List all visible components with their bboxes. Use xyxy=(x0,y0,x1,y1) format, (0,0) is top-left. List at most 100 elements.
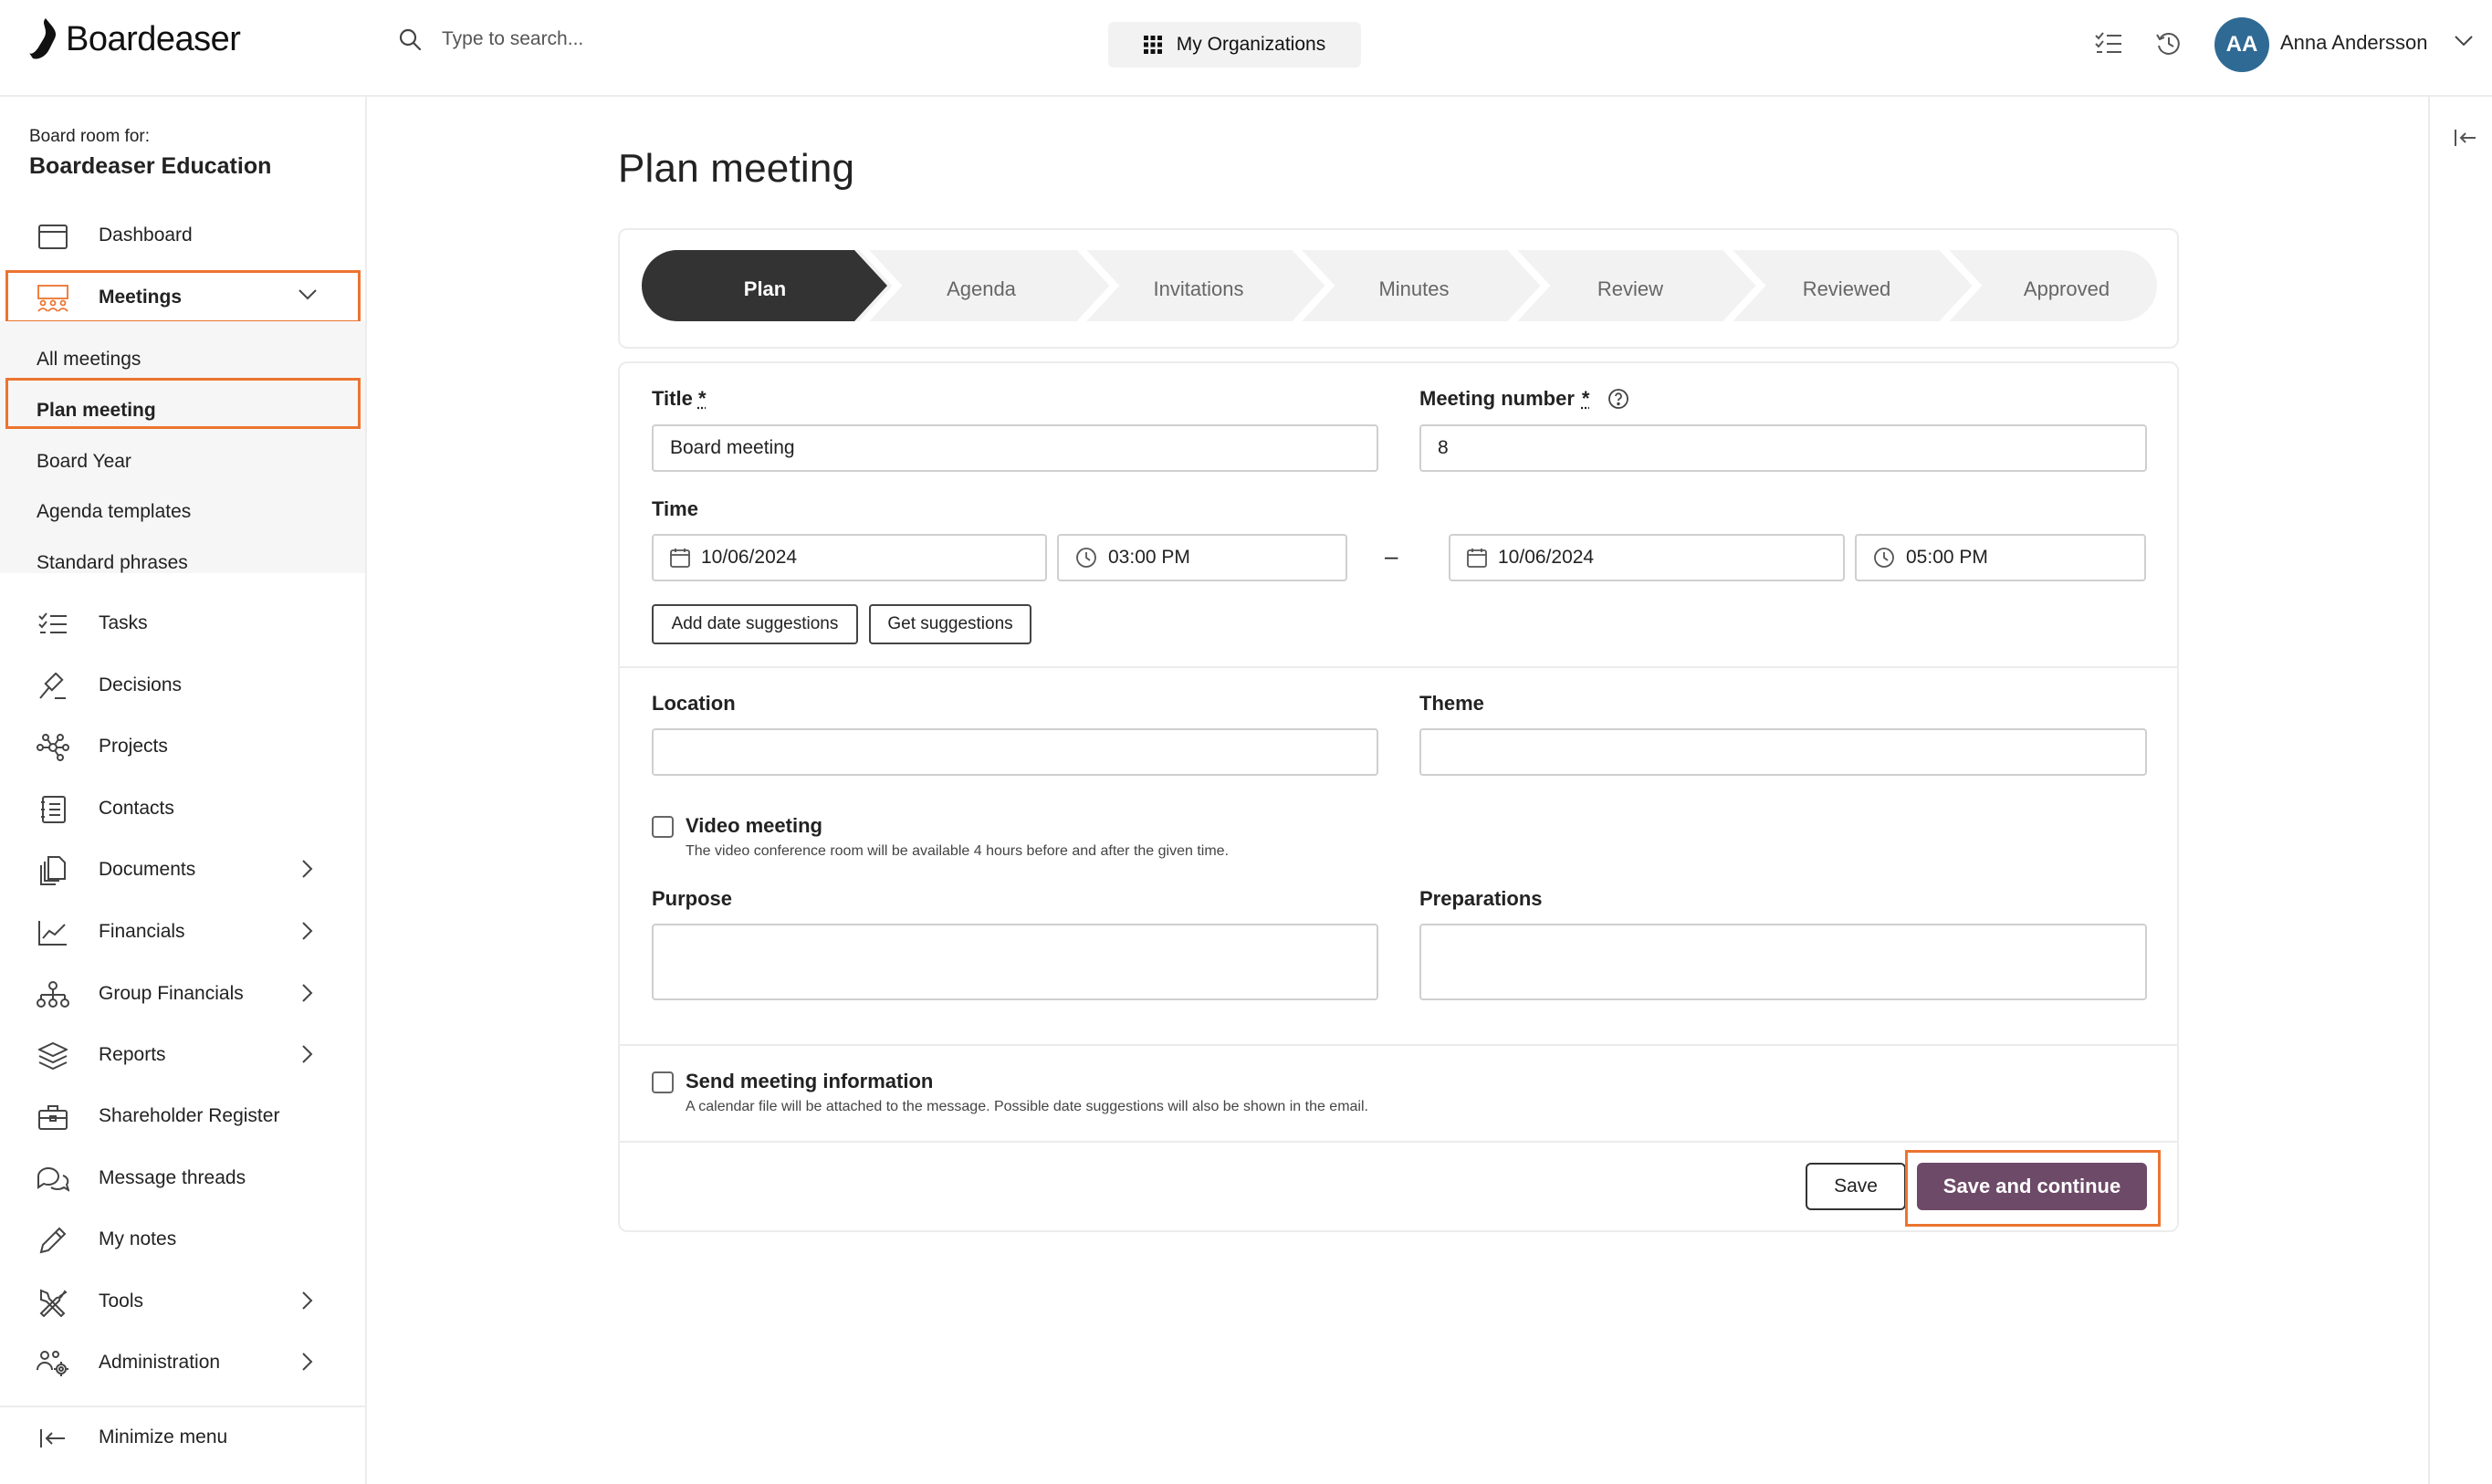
meeting-number-field[interactable]: 8 xyxy=(1419,424,2147,472)
start-time-field[interactable]: 03:00 PM xyxy=(1057,534,1347,581)
title-label-text: Title xyxy=(652,387,693,410)
top-bar: Boardeaser My Organizations AA Anna Ande… xyxy=(0,0,2492,97)
sidebar-item-shareholder-register[interactable]: Shareholder Register xyxy=(0,1091,365,1142)
search-bar[interactable] xyxy=(398,27,900,51)
meeting-steps: Plan Agenda Invitations Minutes Review R… xyxy=(618,228,2179,349)
user-name[interactable]: Anna Andersson xyxy=(2280,31,2427,55)
theme-label: Theme xyxy=(1419,692,1484,715)
page-title: Plan meeting xyxy=(618,146,855,191)
user-menu-chevron[interactable] xyxy=(2454,35,2474,47)
submenu-agenda-templates[interactable]: Agenda templates xyxy=(37,501,191,523)
sidebar-item-label: Shareholder Register xyxy=(99,1105,280,1126)
tasks-top-button[interactable] xyxy=(2090,26,2127,62)
send-info-help: A calendar file will be attached to the … xyxy=(686,1099,1368,1114)
submenu-board-year[interactable]: Board Year xyxy=(37,451,131,473)
layers-icon xyxy=(37,1042,69,1070)
clock-icon xyxy=(1874,548,1894,568)
sidebar-item-label: Contacts xyxy=(99,798,174,819)
step-approved[interactable]: Approved xyxy=(1994,277,2140,301)
sidebar-item-tasks[interactable]: Tasks xyxy=(0,598,365,649)
time-label: Time xyxy=(652,497,698,520)
chevron-right-icon xyxy=(301,1044,314,1064)
minimize-menu-label: Minimize menu xyxy=(99,1427,228,1447)
video-meeting-checkbox[interactable] xyxy=(652,816,674,838)
preparations-label: Preparations xyxy=(1419,887,1543,910)
time-range-separator: – xyxy=(1385,542,1398,570)
start-date-field[interactable]: 10/06/2024 xyxy=(652,534,1047,581)
sidebar-item-decisions[interactable]: Decisions xyxy=(0,660,365,711)
sidebar-item-contacts[interactable]: Contacts xyxy=(0,783,365,834)
sidebar-item-tools[interactable]: Tools xyxy=(0,1276,365,1327)
boardeaser-logo[interactable]: Boardeaser xyxy=(27,16,241,62)
meeting-number-label-text: Meeting number xyxy=(1419,387,1575,410)
save-button[interactable]: Save xyxy=(1806,1163,1906,1210)
chevron-down-icon xyxy=(2455,36,2473,47)
my-organizations-label: My Organizations xyxy=(1176,34,1326,55)
history-icon xyxy=(2156,33,2180,55)
clock-icon xyxy=(1076,548,1096,568)
search-input[interactable] xyxy=(440,27,900,51)
collapse-left-icon xyxy=(2455,130,2476,146)
checklist-icon xyxy=(37,611,69,638)
get-suggestions-button[interactable]: Get suggestions xyxy=(869,604,1031,644)
sidebar-item-reports[interactable]: Reports xyxy=(0,1029,365,1081)
end-date-field[interactable]: 10/06/2024 xyxy=(1449,534,1845,581)
section-divider xyxy=(620,666,2177,668)
calendar-icon xyxy=(37,223,69,250)
sidebar-item-projects[interactable]: Projects xyxy=(0,721,365,772)
sidebar-item-label: Dashboard xyxy=(99,225,193,246)
sidebar-item-label: Tasks xyxy=(99,612,148,633)
send-info-checkbox[interactable] xyxy=(652,1071,674,1093)
sidebar-item-group-financials[interactable]: Group Financials xyxy=(0,968,365,1019)
chevron-right-icon xyxy=(301,1352,314,1372)
sidebar-item-documents[interactable]: Documents xyxy=(0,844,365,895)
meetings-submenu: All meetings Plan meeting Board Year Age… xyxy=(0,321,365,573)
sidebar-item-financials[interactable]: Financials xyxy=(0,906,365,957)
step-minutes[interactable]: Minutes xyxy=(1341,277,1487,301)
right-panel-divider xyxy=(2428,97,2430,1484)
title-label: Title * xyxy=(652,387,707,411)
preparations-field[interactable] xyxy=(1419,924,2147,1000)
gavel-icon xyxy=(37,673,69,700)
contacts-icon xyxy=(37,796,69,823)
briefcase-icon xyxy=(37,1103,69,1131)
section-divider xyxy=(620,1141,2177,1143)
theme-field[interactable] xyxy=(1419,728,2147,776)
avatar[interactable]: AA xyxy=(2215,17,2269,72)
step-review[interactable]: Review xyxy=(1557,277,1703,301)
add-date-suggestions-button[interactable]: Add date suggestions xyxy=(652,604,858,644)
minimize-menu-button[interactable]: Minimize menu xyxy=(0,1412,365,1463)
title-field[interactable]: Board meeting xyxy=(652,424,1378,472)
purpose-label: Purpose xyxy=(652,887,733,910)
step-plan[interactable]: Plan xyxy=(692,277,838,301)
step-invitations[interactable]: Invitations xyxy=(1126,277,1272,301)
end-time-field[interactable]: 05:00 PM xyxy=(1855,534,2146,581)
meetings-highlight-box xyxy=(5,270,361,323)
end-time-value: 05:00 PM xyxy=(1906,547,1988,568)
title-value: Board meeting xyxy=(670,437,795,458)
org-chart-icon xyxy=(37,981,69,1008)
purpose-field[interactable] xyxy=(652,924,1378,1000)
calendar-icon xyxy=(670,549,690,568)
history-button[interactable] xyxy=(2151,26,2187,62)
help-icon[interactable] xyxy=(1607,388,1629,410)
submenu-all-meetings[interactable]: All meetings xyxy=(37,349,141,371)
board-room-label: Board room for: xyxy=(29,127,150,146)
step-agenda[interactable]: Agenda xyxy=(908,277,1054,301)
step-reviewed[interactable]: Reviewed xyxy=(1774,277,1920,301)
tools-icon xyxy=(37,1289,69,1317)
sidebar-item-message-threads[interactable]: Message threads xyxy=(0,1153,365,1204)
logo-mark-icon xyxy=(29,18,57,59)
start-date-value: 10/06/2024 xyxy=(701,547,798,568)
save-continue-highlight-box xyxy=(1905,1150,2161,1227)
chat-icon xyxy=(37,1165,69,1193)
sidebar-item-dashboard[interactable]: Dashboard xyxy=(0,210,365,261)
submenu-standard-phrases[interactable]: Standard phrases xyxy=(37,552,188,574)
my-organizations-button[interactable]: My Organizations xyxy=(1108,22,1361,68)
location-field[interactable] xyxy=(652,728,1378,776)
collapse-panel-button[interactable] xyxy=(2454,128,2477,148)
plan-meeting-highlight-box xyxy=(5,378,361,429)
sidebar-item-my-notes[interactable]: My notes xyxy=(0,1214,365,1265)
sidebar-item-administration[interactable]: Administration xyxy=(0,1337,365,1388)
end-date-value: 10/06/2024 xyxy=(1498,547,1595,568)
